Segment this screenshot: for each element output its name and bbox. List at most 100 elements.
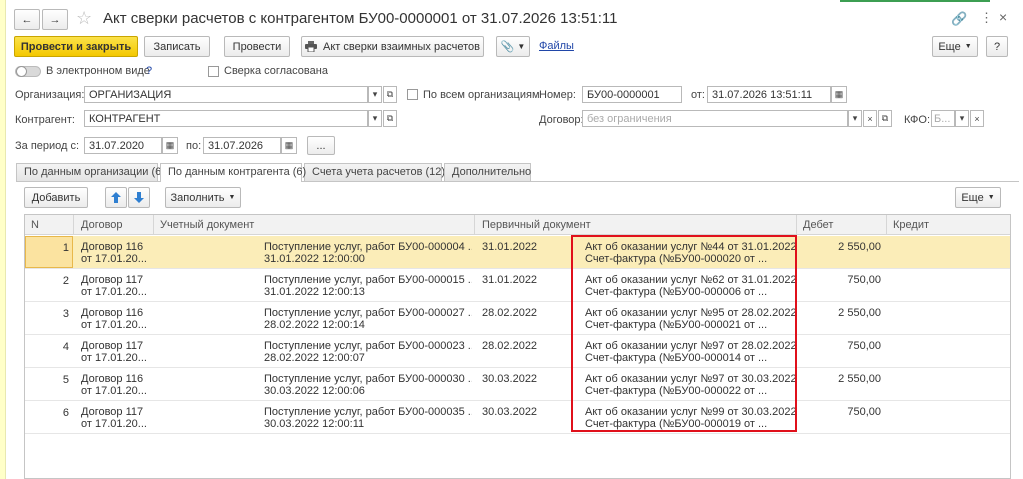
period-from-field[interactable]: 31.07.2020 [84,137,162,154]
calendar-icon: ▦ [284,140,294,150]
period-select-button[interactable]: ... [307,136,335,155]
cell-contract: Договор 116 [81,373,144,385]
table-more-button[interactable]: Еще ▼ [955,187,1001,208]
save-button[interactable]: Записать [144,36,210,57]
tab-counterparty-data[interactable]: По данным контрагента (6) [160,163,306,182]
counterparty-open-button[interactable]: ⧉ [383,110,397,127]
cell-account-doc-date: 30.03.2022 12:00:11 [264,418,365,430]
back-button[interactable]: ← [14,9,40,30]
cell-account-doc-date: 28.02.2022 12:00:14 [264,319,365,331]
table-row[interactable]: 1 Договор 116 от 17.01.20... Поступление ус… [25,236,1010,269]
help-button[interactable]: ? [986,36,1008,57]
files-link[interactable]: Файлы [539,40,574,52]
post-and-close-button[interactable]: Провести и закрыть [14,36,138,57]
star-icon[interactable]: ☆ [76,8,92,29]
period-to-calendar-button[interactable]: ▦ [281,137,297,154]
tab-org-data[interactable]: По данным организации (6) [16,163,165,181]
col-contract[interactable]: Договор [81,219,123,231]
tab-accounts[interactable]: Счета учета расчетов (12) [304,163,445,181]
cell-debit: 2 550,00 [838,373,881,385]
cell-account-doc: Поступление услуг, работ БУ00-000004 ... [264,241,472,253]
vertical-dots-icon[interactable]: ⋮ [980,10,993,26]
window-title: Акт сверки расчетов с контрагентом БУ00-… [103,10,618,27]
printer-icon [305,41,318,52]
active-tab-indicator [840,0,990,2]
chevron-down-icon: ▾ [372,113,378,123]
close-icon[interactable]: × [999,9,1007,25]
date-label: от: [691,89,705,101]
chevron-down-icon: ▾ [959,113,965,123]
electronic-help-icon[interactable]: ? [146,65,152,77]
kfo-field[interactable]: Б... [931,110,955,127]
cell-account-doc-date: 30.03.2022 12:00:06 [264,385,365,397]
cell-contract-date: от 17.01.20... [81,319,147,331]
link-icon[interactable]: 🔗 [951,11,967,27]
cell-contract-date: от 17.01.20... [81,385,147,397]
open-icon: ⧉ [881,113,889,123]
org-field[interactable]: ОРГАНИЗАЦИЯ [84,86,368,103]
table-row[interactable]: 2 Договор 117 от 17.01.20... Поступление ус… [25,269,1010,302]
number-field[interactable]: БУ00-0000001 [582,86,682,103]
move-down-button[interactable] [128,187,150,208]
col-account-doc[interactable]: Учетный документ [160,219,254,231]
period-to-field[interactable]: 31.07.2026 [203,137,281,154]
col-divider [474,215,475,235]
contract-clear-button[interactable]: × [863,110,877,127]
col-divider [73,215,74,235]
attach-button[interactable]: 📎 ▼ [496,36,530,57]
left-panel-strip [0,0,6,479]
cell-debit: 2 550,00 [838,241,881,253]
table-row[interactable]: 4 Договор 117 от 17.01.20... Поступление ус… [25,335,1010,368]
contract-field[interactable]: без ограничения [582,110,848,127]
reconciliation-table[interactable]: N Договор Учетный документ Первичный док… [24,214,1011,479]
cell-contract-date: от 17.01.20... [81,286,147,298]
cell-debit: 750,00 [847,406,881,418]
tab-additional[interactable]: Дополнительно [444,163,531,181]
counterparty-label: Контрагент: [15,114,75,126]
table-more-label: Еще [961,191,984,204]
post-button[interactable]: Провести [224,36,290,57]
fill-label: Заполнить [170,191,225,204]
col-divider [886,215,887,235]
cell-contract: Договор 117 [81,274,144,286]
table-row[interactable]: 5 Договор 116 от 17.01.20... Поступление ус… [25,368,1010,401]
arrow-left-icon: ← [21,13,33,26]
agreed-label: Сверка согласована [224,65,328,77]
counterparty-field[interactable]: КОНТРАГЕНТ [84,110,368,127]
primary-documents-highlight [571,235,797,432]
period-from-calendar-button[interactable]: ▦ [162,137,178,154]
forward-button[interactable]: → [42,9,68,30]
kfo-dropdown-button[interactable]: ▾ [955,110,969,127]
add-row-button[interactable]: Добавить [24,187,88,208]
counterparty-dropdown-button[interactable]: ▾ [368,110,382,127]
cell-n: 4 [62,341,69,353]
col-primary-doc[interactable]: Первичный документ [482,219,591,231]
chevron-down-icon: ▼ [987,194,995,201]
arrow-up-icon [111,192,121,203]
col-credit[interactable]: Кредит [893,219,929,231]
cell-primary-date: 28.02.2022 [482,307,538,319]
cell-debit: 2 550,00 [838,307,881,319]
print-reconciliation-button[interactable]: Акт сверки взаимных расчетов [301,36,484,57]
more-button[interactable]: Еще ▼ [932,36,978,57]
table-row[interactable]: 6 Договор 117 от 17.01.20... Поступление ус… [25,401,1010,434]
cell-contract: Договор 116 [81,241,144,253]
agreed-checkbox[interactable] [208,66,219,77]
move-up-button[interactable] [105,187,127,208]
cell-account-doc: Поступление услуг, работ БУ00-000035 ... [264,406,472,418]
col-debit[interactable]: Дебет [803,219,833,231]
cell-account-doc-date: 31.01.2022 12:00:00 [264,253,365,265]
date-field[interactable]: 31.07.2026 13:51:11 [707,86,831,103]
all-orgs-checkbox[interactable] [407,89,418,100]
contract-open-button[interactable]: ⧉ [878,110,892,127]
electronic-toggle[interactable] [15,66,41,77]
table-row[interactable]: 3 Договор 116 от 17.01.20... Поступление ус… [25,302,1010,335]
contract-dropdown-button[interactable]: ▾ [848,110,862,127]
fill-button[interactable]: Заполнить ▼ [165,187,241,208]
col-n[interactable]: N [31,219,39,231]
date-calendar-button[interactable]: ▦ [831,86,847,103]
org-dropdown-button[interactable]: ▾ [368,86,382,103]
chevron-down-icon: ▼ [964,43,972,50]
org-open-button[interactable]: ⧉ [383,86,397,103]
kfo-clear-button[interactable]: × [970,110,984,127]
